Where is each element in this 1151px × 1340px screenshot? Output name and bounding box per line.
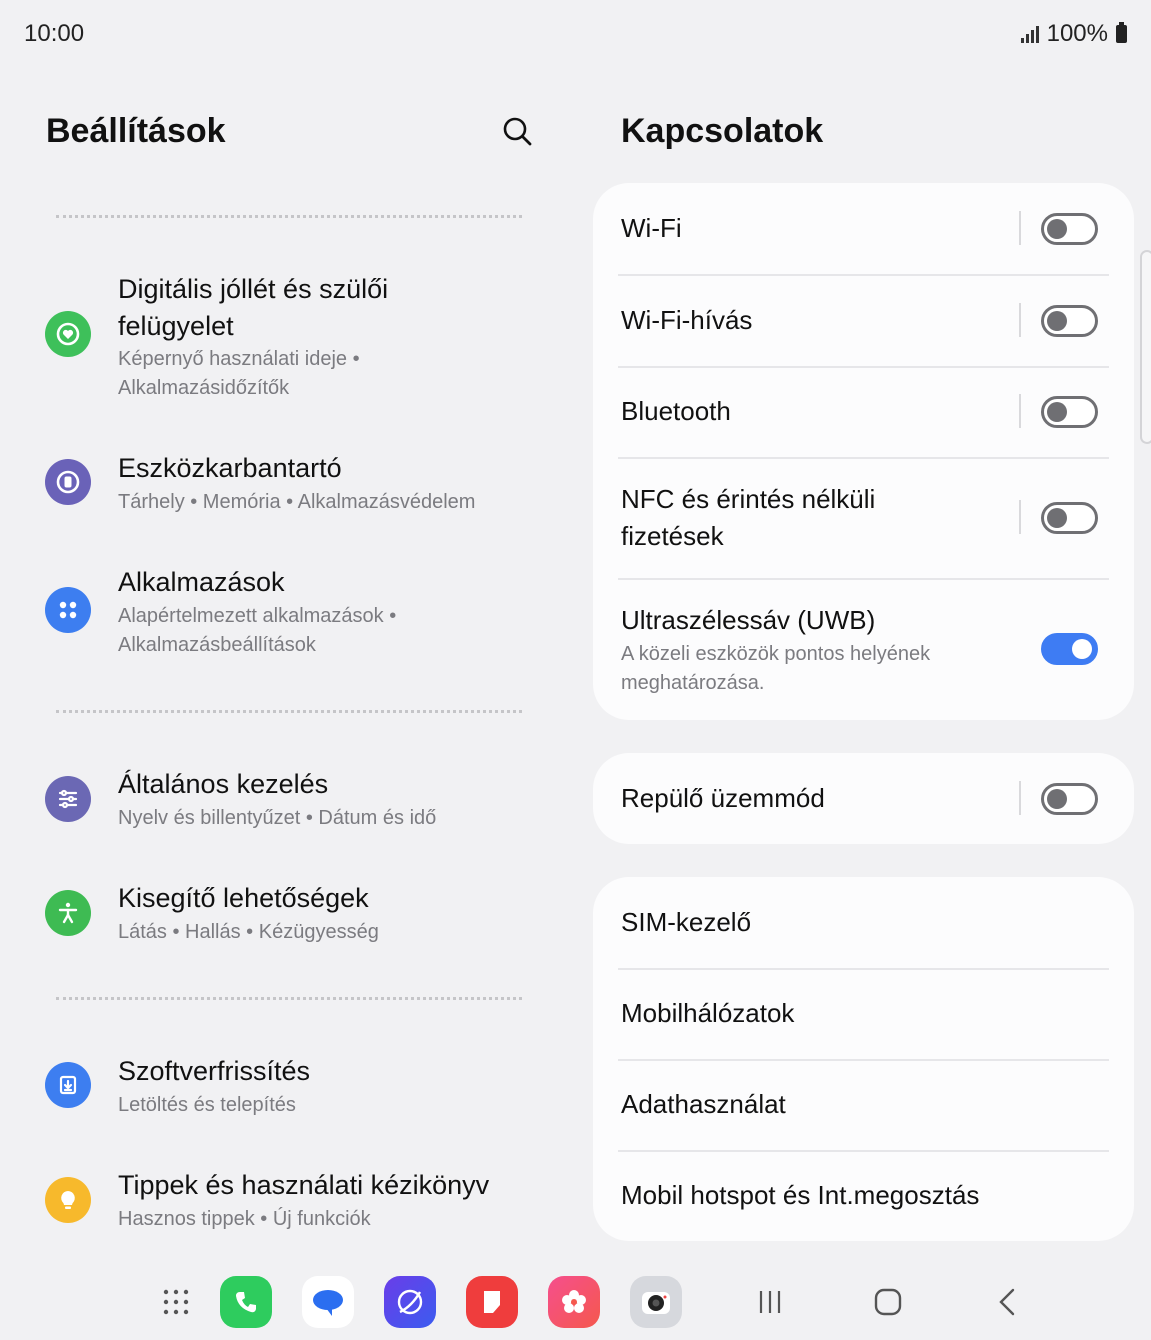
row-separator-vertical <box>1019 781 1021 815</box>
hotspot-row[interactable]: Mobil hotspot és Int.megosztás <box>593 1152 1134 1241</box>
status-bar: 10:00 100% <box>0 0 1151 66</box>
connections-card: Wi-Fi Wi-Fi-hívás Bluetooth NFC és érint… <box>593 183 1134 720</box>
wifi-toggle[interactable] <box>1041 213 1098 245</box>
menu-item-title: Eszközkarbantartó <box>118 453 342 483</box>
data-usage-label: Adathasználat <box>621 1089 786 1119</box>
sim-manager-label: SIM-kezelő <box>621 907 752 937</box>
battery-percent: 100% <box>1046 20 1108 47</box>
sim-manager-row[interactable]: SIM-kezelő <box>593 877 1134 968</box>
status-indicators: 100% <box>1020 20 1127 48</box>
menu-item-title: Digitális jóllét és szülői felügyelet <box>118 274 389 341</box>
sliders-icon <box>45 776 91 822</box>
bluetooth-toggle[interactable] <box>1041 396 1098 428</box>
wifi-calling-row[interactable]: Wi-Fi-hívás <box>593 276 1134 366</box>
menu-item-subtitle: Képernyő használati ideje • Alkalmazásidő… <box>118 348 360 399</box>
menu-item-title: Általános kezelés <box>118 769 329 799</box>
uwb-row[interactable]: Ultraszélessáv (UWB) A közeli eszközök p… <box>593 580 1134 720</box>
menu-item-subtitle: Letöltés és telepítés <box>118 1094 296 1116</box>
taskbar <box>0 1262 1151 1340</box>
menu-item-title: Szoftverfrissítés <box>118 1056 311 1086</box>
mobile-networks-row[interactable]: Mobilhálózatok <box>593 970 1134 1059</box>
menu-item-subtitle: Nyelv és billentyűzet • Dátum és idő <box>118 807 437 829</box>
phone-icon[interactable] <box>220 1276 272 1328</box>
nfc-row[interactable]: NFC és érintés nélküli fizetések <box>593 459 1134 578</box>
airplane-card: Repülő üzemmód <box>593 753 1134 844</box>
section-divider <box>56 710 522 713</box>
menu-item-title: Alkalmazások <box>118 567 285 597</box>
back-icon <box>999 1288 1015 1316</box>
nfc-toggle[interactable] <box>1041 502 1098 534</box>
device-care-icon <box>45 459 91 505</box>
section-divider <box>56 215 522 218</box>
page-title: Beállítások <box>46 112 226 150</box>
section-divider <box>56 997 522 1000</box>
apps-grid-icon <box>45 587 91 633</box>
menu-item-subtitle: Tárhely • Memória • Alkalmazásvédelem <box>118 491 476 513</box>
menu-item-subtitle: Hasznos tippek • Új funkciók <box>118 1208 371 1230</box>
wifi-label: Wi-Fi <box>621 213 682 243</box>
settings-list-pane: Beállítások Digitális jóllét és szülői fe… <box>0 66 570 1246</box>
uwb-description: A közeli eszközök pontos helyének meghatá… <box>621 643 931 694</box>
menu-item-apps[interactable]: Alkalmazások Alapértelmezett alkalmazáso… <box>0 564 570 674</box>
menu-item-device-care[interactable]: Eszközkarbantartó Tárhely • Memória • Al… <box>0 450 570 530</box>
status-time: 10:00 <box>24 20 85 47</box>
lightbulb-icon <box>45 1177 91 1223</box>
wifi-calling-toggle[interactable] <box>1041 305 1098 337</box>
airplane-mode-row[interactable]: Repülő üzemmód <box>593 753 1134 844</box>
row-separator-vertical <box>1019 303 1021 337</box>
recents-button[interactable] <box>750 1284 790 1320</box>
search-button[interactable] <box>498 112 538 152</box>
menu-item-title: Kisegítő lehetőségek <box>118 883 369 913</box>
accessibility-icon <box>45 890 91 936</box>
menu-item-software-update[interactable]: Szoftverfrissítés Letöltés és telepítés <box>0 1053 570 1133</box>
heart-in-circle-icon <box>45 311 91 357</box>
menu-item-title: Tippek és használati kézikönyv <box>118 1170 490 1200</box>
recents-icon <box>759 1291 781 1313</box>
bluetooth-label: Bluetooth <box>621 396 731 426</box>
home-button[interactable] <box>868 1284 908 1320</box>
airplane-mode-label: Repülő üzemmód <box>621 783 825 813</box>
wifi-calling-label: Wi-Fi-hívás <box>621 305 753 335</box>
menu-item-subtitle: Látás • Hallás • Kézügyesség <box>118 921 379 943</box>
detail-title: Kapcsolatok <box>621 112 824 150</box>
menu-item-accessibility[interactable]: Kisegítő lehetőségek Látás • Hallás • Ké… <box>0 880 570 960</box>
hotspot-label: Mobil hotspot és Int.megosztás <box>621 1180 980 1210</box>
row-separator-vertical <box>1019 211 1021 245</box>
back-button[interactable] <box>988 1284 1028 1320</box>
app-drawer-icon[interactable] <box>150 1276 202 1328</box>
menu-item-general-management[interactable]: Általános kezelés Nyelv és billentyűzet … <box>0 766 570 846</box>
messages-icon[interactable] <box>302 1276 354 1328</box>
notes-icon[interactable] <box>466 1276 518 1328</box>
mobile-networks-label: Mobilhálózatok <box>621 998 795 1028</box>
signal-icon <box>1020 25 1039 43</box>
menu-item-subtitle: Alapértelmezett alkalmazások • Alkalmazás… <box>118 605 397 656</box>
data-usage-row[interactable]: Adathasználat <box>593 1061 1134 1150</box>
home-icon <box>874 1288 902 1316</box>
uwb-toggle[interactable] <box>1041 633 1098 665</box>
row-separator-vertical <box>1019 500 1021 534</box>
battery-icon <box>1116 22 1127 43</box>
wifi-row[interactable]: Wi-Fi <box>593 183 1134 274</box>
bluetooth-row[interactable]: Bluetooth <box>593 368 1134 457</box>
airplane-mode-toggle[interactable] <box>1041 783 1098 815</box>
nfc-label: NFC és érintés nélküli fizetések <box>621 484 876 551</box>
uwb-label: Ultraszélessáv (UWB) <box>621 605 876 635</box>
camera-icon[interactable] <box>630 1276 682 1328</box>
network-card: SIM-kezelő Mobilhálózatok Adathasználat … <box>593 877 1134 1241</box>
gallery-icon[interactable] <box>548 1276 600 1328</box>
internet-icon[interactable] <box>384 1276 436 1328</box>
pane-resize-handle[interactable] <box>1140 250 1151 444</box>
download-icon <box>45 1062 91 1108</box>
search-icon <box>503 117 532 146</box>
menu-item-tips-manual[interactable]: Tippek és használati kézikönyv Hasznos t… <box>0 1167 570 1247</box>
row-separator-vertical <box>1019 394 1021 428</box>
menu-item-digital-wellbeing[interactable]: Digitális jóllét és szülői felügyelet Kép… <box>0 266 570 416</box>
